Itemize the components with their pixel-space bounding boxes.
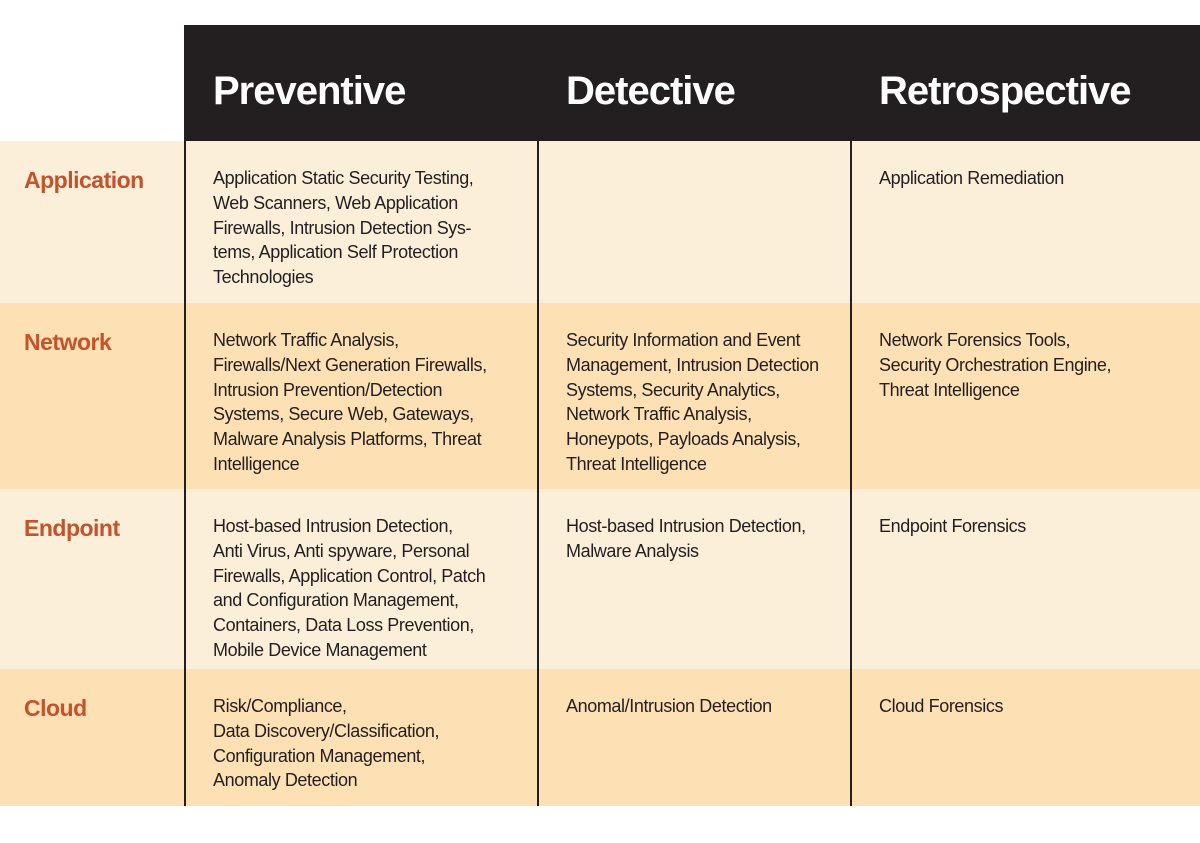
column-header-preventive: Preventive [185,25,538,141]
cell-line: Systems, Secure Web, Gateways, [213,404,474,425]
cell-line: Systems, Security Analytics, [566,379,780,400]
cell-line: Anti Virus, Anti spyware, Personal [213,540,470,561]
column-header-retrospective: Retrospective [851,25,1200,141]
table-row: Cloud Risk/Compliance, Data Discovery/Clas… [0,669,1200,806]
cell-line: Anomal/Intrusion Detection [566,696,772,716]
cell-line: Web Scanners, Web Application [213,192,458,213]
table-cell-retrospective: Application Remediation [879,166,1064,191]
cell-line: Host-based Intrusion Detection, [213,516,453,536]
cell-line: Risk/Compliance, [213,696,347,716]
cell-line: Firewalls/Next Generation Firewalls, [213,354,487,375]
column-divider [184,25,186,806]
cell-line: Security Information and Event [566,330,801,350]
cell-line: Containers, Data Loss Prevention, [213,615,474,636]
cell-line: Anomaly Detection [213,770,358,791]
cell-line: Malware Analysis Platforms, Threat [213,429,482,450]
cell-line: and Configuration Management, [213,590,459,611]
cell-line: Malware Analysis [566,540,699,561]
table-cell-retrospective: Endpoint Forensics [879,514,1026,539]
cell-line: Mobile Device Management [213,639,427,660]
cell-line: Technologies [213,267,314,288]
cell-line: Network Forensics Tools, [879,330,1071,350]
row-label: Network [24,329,112,355]
table-cell-detective: Anomal/Intrusion Detection [566,694,772,719]
column-divider [850,25,852,806]
cell-line: Cloud Forensics [879,696,1004,716]
table-row: Application Application Static Security T… [0,141,1200,303]
cell-line: Network Traffic Analysis, [566,404,752,425]
cell-line: Management, Intrusion Detection [566,354,819,375]
cell-line: Honeypots, Payloads Analysis, [566,429,801,450]
cell-line: Intelligence [213,453,300,474]
cell-line: Threat Intelligence [879,379,1020,400]
table-cell-preventive: Network Traffic Analysis, Firewalls/Next … [213,328,487,477]
cell-line: Security Orchestration Engine, [879,354,1112,375]
table-cell-detective: Security Information and Event Management… [566,328,819,477]
cell-line: Data Discovery/Classification, [213,720,440,741]
cell-line: tems, Application Self Protection [213,242,458,263]
row-label: Cloud [24,695,87,721]
cell-line: Network Traffic Analysis, [213,330,399,350]
table-row: Endpoint Host-based Intrusion Detection, A… [0,489,1200,669]
table-cell-detective: Host-based Intrusion Detection, Malware A… [566,514,806,564]
cell-line: Intrusion Prevention/Detection [213,379,443,400]
table-cell-preventive: Host-based Intrusion Detection, Anti Viru… [213,514,486,663]
table-row: Network Network Traffic Analysis, Firewall… [0,303,1200,489]
cell-line: Firewalls, Application Control, Patch [213,565,486,586]
table-cell-preventive: Application Static Security Testing, Web … [213,166,474,290]
table-cell-retrospective: Network Forensics Tools, Security Orchest… [879,328,1112,402]
cell-line: Firewalls, Intrusion Detection Sys- [213,217,472,238]
cell-line: Application Remediation [879,168,1064,188]
cell-line: Threat Intelligence [566,453,707,474]
cell-line: Host-based Intrusion Detection, [566,516,806,536]
row-label: Application [24,167,144,193]
table-cell-retrospective: Cloud Forensics [879,694,1003,719]
column-header-detective: Detective [538,25,851,141]
cell-line: Endpoint Forensics [879,516,1026,536]
row-label: Endpoint [24,515,120,541]
table-cell-preventive: Risk/Compliance, Data Discovery/Classific… [213,694,439,793]
cell-line: Application Static Security Testing, [213,168,474,188]
column-divider [537,25,539,806]
cell-line: Configuration Management, [213,745,426,766]
